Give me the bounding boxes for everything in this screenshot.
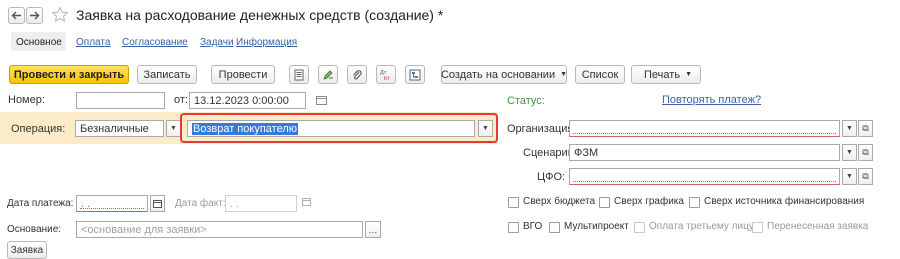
open-link-icon: ⧉ <box>862 123 868 134</box>
calendar-icon <box>153 200 162 208</box>
chevron-down-icon: ▼ <box>560 71 567 78</box>
status-label: Статус: <box>507 95 545 107</box>
operation-type-field[interactable]: Возврат покупателю <box>187 120 475 137</box>
multiproject-checkbox[interactable] <box>549 222 560 233</box>
organization-label: Организация: <box>507 123 576 135</box>
attach-button[interactable] <box>347 65 367 84</box>
chevron-down-icon: ▼ <box>685 71 692 78</box>
arrow-right-icon <box>29 11 40 20</box>
over-schedule-label: Сверх графика <box>614 196 684 207</box>
print-button[interactable]: Печать ▼ <box>631 65 701 84</box>
ellipsis-icon: … <box>369 225 378 235</box>
third-party-label: Оплата третьему лицу <box>649 221 754 232</box>
tab-main[interactable]: Основное <box>16 37 62 48</box>
over-source-checkbox[interactable] <box>689 197 700 208</box>
basis-label: Основание: <box>7 224 61 235</box>
structure-button[interactable] <box>405 65 425 84</box>
chevron-down-icon: ▼ <box>482 125 489 132</box>
third-party-checkbox[interactable] <box>634 222 645 233</box>
tab-approval[interactable]: Согласование <box>122 37 188 48</box>
tab-tasks[interactable]: Задачи <box>200 37 234 48</box>
fact-date-value: . . <box>230 198 239 210</box>
tab-info[interactable]: Информация <box>236 37 297 48</box>
cfo-label: ЦФО: <box>537 171 565 183</box>
open-link-icon: ⧉ <box>862 171 868 182</box>
multiproject-label: Мультипроект <box>564 221 629 232</box>
arrow-left-icon <box>11 11 22 20</box>
document-list-icon <box>293 69 305 81</box>
svg-text:Кт: Кт <box>384 76 390 81</box>
forward-button[interactable] <box>26 7 43 24</box>
scenario-value: ФЗМ <box>574 147 598 159</box>
operation-label: Операция: <box>11 123 65 135</box>
fact-date-label: Дата факт: <box>175 198 226 209</box>
post-button[interactable]: Провести <box>211 65 275 84</box>
list-button[interactable]: Список <box>575 65 625 84</box>
open-link-icon: ⧉ <box>862 147 868 158</box>
fact-date-field[interactable]: . . <box>225 195 297 212</box>
pay-date-field[interactable]: . . <box>76 195 148 212</box>
chevron-down-icon: ▼ <box>846 125 853 132</box>
pay-date-calendar-button[interactable] <box>150 195 165 212</box>
vgo-checkbox[interactable] <box>508 222 519 233</box>
save-button[interactable]: Записать <box>137 65 197 84</box>
date-from-label: от: <box>174 94 188 106</box>
chevron-down-icon: ▼ <box>846 149 853 156</box>
transferred-checkbox[interactable] <box>752 222 763 233</box>
basis-select-button[interactable]: … <box>365 221 381 238</box>
payment-form-dropdown[interactable]: ▼ <box>166 120 181 137</box>
transferred-label: Перенесенная заявка <box>767 221 868 232</box>
calendar-icon <box>302 198 311 206</box>
organization-field[interactable] <box>569 120 840 137</box>
number-field[interactable] <box>76 92 165 109</box>
cfo-open-button[interactable]: ⧉ <box>858 168 873 185</box>
cfo-dropdown[interactable]: ▼ <box>842 168 857 185</box>
basis-field[interactable]: <основание для заявки> <box>76 221 363 238</box>
vgo-label: ВГО <box>523 221 542 232</box>
over-source-label: Сверх источника финансирования <box>704 196 864 207</box>
chevron-down-icon: ▼ <box>846 173 853 180</box>
pencil-icon <box>322 69 334 81</box>
date-value: 13.12.2023 0:00:00 <box>194 95 289 107</box>
favorite-star-icon[interactable] <box>51 6 69 24</box>
basis-placeholder: <основание для заявки> <box>81 224 207 236</box>
chevron-down-icon: ▼ <box>170 125 177 132</box>
dt-kt-icon: ДтКт <box>379 68 393 81</box>
number-label: Номер: <box>8 94 45 106</box>
organization-open-button[interactable]: ⧉ <box>858 120 873 137</box>
pay-date-label: Дата платежа: <box>7 198 73 209</box>
calendar-icon[interactable] <box>316 95 327 105</box>
request-button[interactable]: Заявка <box>7 241 47 259</box>
post-and-close-button[interactable]: Провести и закрыть <box>9 65 129 84</box>
over-schedule-checkbox[interactable] <box>599 197 610 208</box>
back-button[interactable] <box>8 7 25 24</box>
structure-icon <box>409 69 421 81</box>
operation-type-dropdown[interactable]: ▼ <box>478 120 493 137</box>
edit-button[interactable] <box>318 65 338 84</box>
report-button[interactable] <box>289 65 309 84</box>
print-label: Печать <box>644 69 680 81</box>
tab-payment[interactable]: Оплата <box>76 37 110 48</box>
cfo-field[interactable] <box>569 168 840 185</box>
payment-form-value: Безналичные <box>80 123 149 135</box>
scenario-dropdown[interactable]: ▼ <box>842 144 857 161</box>
organization-dropdown[interactable]: ▼ <box>842 120 857 137</box>
create-based-on-button[interactable]: Создать на основании ▼ <box>441 65 567 84</box>
repeat-payment-link[interactable]: Повторять платеж? <box>662 94 761 106</box>
create-based-on-label: Создать на основании <box>441 69 555 81</box>
paperclip-icon <box>351 69 363 81</box>
operation-type-value: Возврат покупателю <box>192 123 298 135</box>
payment-form-field[interactable]: Безналичные <box>75 120 164 137</box>
dt-kt-button[interactable]: ДтКт <box>376 65 396 84</box>
over-budget-label: Сверх бюджета <box>523 196 595 207</box>
window-title: Заявка на расходование денежных средств … <box>76 7 443 23</box>
date-field[interactable]: 13.12.2023 0:00:00 <box>189 92 306 109</box>
scenario-field[interactable]: ФЗМ <box>569 144 840 161</box>
scenario-open-button[interactable]: ⧉ <box>858 144 873 161</box>
over-budget-checkbox[interactable] <box>508 197 519 208</box>
pay-date-value: . . <box>81 198 90 210</box>
